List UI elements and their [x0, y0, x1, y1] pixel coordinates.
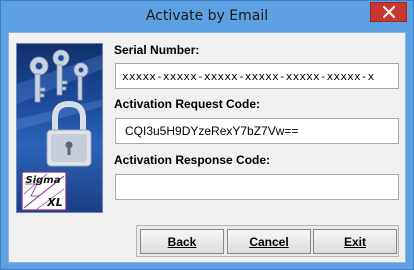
svg-text:Sigma: Sigma: [26, 175, 61, 186]
serial-number-field[interactable]: [115, 63, 399, 89]
window-title: Activate by Email: [145, 8, 269, 24]
button-bar: Back Cancel Exit: [136, 225, 399, 257]
title-bar[interactable]: Activate by Email: [1, 1, 413, 32]
sigmaxl-badge: Sigma XL: [21, 171, 67, 211]
serial-number-label: Serial Number:: [114, 43, 200, 57]
back-button[interactable]: Back: [140, 229, 224, 254]
keys-and-padlock-image: Sigma XL: [17, 49, 102, 211]
activate-dialog-window: Activate by Email Sigma XL Serial Number…: [0, 0, 414, 270]
close-icon: [382, 6, 395, 18]
activation-request-code-field[interactable]: [115, 118, 399, 144]
dialog-body: Sigma XL Serial Number: Activation Reque…: [8, 32, 406, 263]
keys-icon: [29, 49, 89, 103]
activation-response-code-field[interactable]: [115, 174, 399, 200]
close-button[interactable]: [370, 2, 407, 22]
cancel-button[interactable]: Cancel: [227, 229, 311, 254]
exit-button[interactable]: Exit: [313, 229, 397, 254]
activation-response-code-label: Activation Response Code:: [114, 153, 271, 167]
sigmaxl-logo-panel: Sigma XL: [16, 43, 103, 213]
activation-request-code-label: Activation Request Code:: [114, 97, 261, 111]
svg-text:XL: XL: [46, 196, 63, 209]
